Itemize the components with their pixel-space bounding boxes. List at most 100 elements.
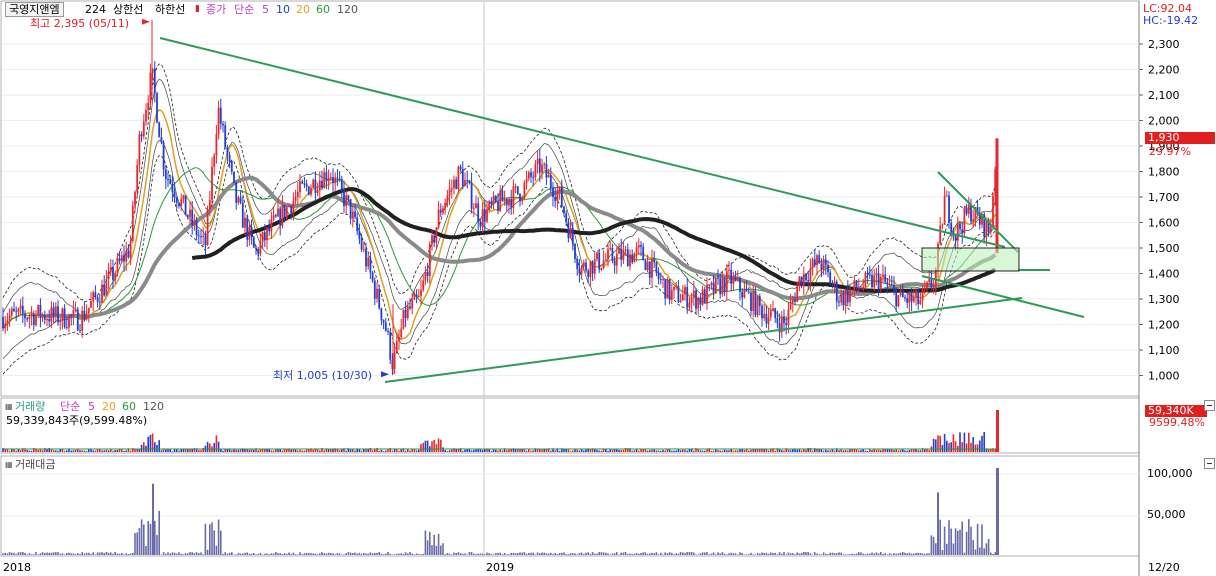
volume-ma5[interactable]: 5 bbox=[88, 400, 95, 413]
volume-bar bbox=[200, 450, 202, 452]
price-label[interactable]: 종가 bbox=[206, 3, 226, 16]
amount-bar bbox=[816, 553, 818, 555]
amount-bar bbox=[363, 553, 365, 555]
ma5-label[interactable]: 5 bbox=[262, 3, 269, 16]
amount-bar bbox=[831, 552, 834, 555]
volume-bar bbox=[514, 449, 517, 452]
amount-bar bbox=[184, 553, 187, 555]
amount-bar bbox=[96, 552, 99, 555]
ma20-label[interactable]: 20 bbox=[296, 3, 310, 16]
volume-bar bbox=[363, 449, 365, 452]
amount-bar bbox=[330, 553, 332, 555]
amount-bar bbox=[301, 554, 303, 555]
candle-body bbox=[334, 177, 337, 183]
volume-ma120[interactable]: 120 bbox=[143, 400, 164, 413]
volume-collapse-button[interactable] bbox=[1204, 400, 1215, 411]
candle-body bbox=[373, 280, 376, 299]
candle-body bbox=[941, 224, 944, 226]
candle-body bbox=[237, 197, 240, 203]
stock-chart[interactable]: 2,300 2,200 2,100 2,000 1,900 1,800 1,700 1,600… bbox=[0, 0, 1216, 576]
candle-body bbox=[459, 166, 462, 170]
amount-bar bbox=[569, 553, 572, 555]
candle-body bbox=[747, 291, 750, 293]
ma60-label[interactable]: 60 bbox=[316, 3, 330, 16]
amount-bar bbox=[633, 553, 636, 555]
volume-bar bbox=[948, 442, 950, 452]
amount-bar bbox=[85, 552, 88, 555]
volume-bar bbox=[301, 450, 303, 452]
candle-body bbox=[87, 307, 90, 314]
amount-bar bbox=[418, 554, 420, 555]
stock-name[interactable]: 국영지앤엠 bbox=[9, 3, 60, 16]
amount-bar bbox=[6, 553, 9, 555]
y-tick-label: 2,100 bbox=[1148, 89, 1180, 102]
inner-upper-band bbox=[2, 78, 996, 318]
volume-bar bbox=[94, 450, 97, 452]
candle-body bbox=[189, 209, 191, 218]
candle-body bbox=[356, 217, 359, 232]
amount-bar bbox=[561, 552, 563, 555]
amount-bar bbox=[440, 545, 442, 555]
candle-body bbox=[257, 248, 260, 254]
volume-ma60[interactable]: 60 bbox=[122, 400, 136, 413]
amount-bar bbox=[981, 524, 983, 555]
amount-bar bbox=[528, 552, 530, 555]
volume-bar bbox=[858, 450, 860, 452]
amount-bar bbox=[519, 552, 521, 555]
candle-body bbox=[723, 278, 726, 292]
amount-bar bbox=[778, 552, 781, 555]
volume-bar bbox=[717, 450, 719, 452]
amount-bar bbox=[393, 554, 396, 555]
ma120-label[interactable]: 120 bbox=[337, 3, 358, 16]
amount-bar bbox=[915, 552, 917, 555]
volume-bar bbox=[371, 450, 374, 452]
stock-name-box[interactable]: 국영지앤엠 bbox=[5, 2, 64, 17]
candle-body bbox=[444, 202, 447, 209]
amount-title[interactable]: 거래대금 bbox=[15, 458, 55, 471]
y-tick-label: 1,100 bbox=[1148, 344, 1180, 357]
amount-bar bbox=[294, 554, 297, 555]
amount-collapse-button[interactable] bbox=[1204, 458, 1215, 469]
candle-body bbox=[950, 222, 953, 233]
amount-bar bbox=[44, 552, 46, 555]
candle-body bbox=[864, 273, 867, 287]
amount-bar bbox=[616, 552, 618, 555]
volume-bar bbox=[270, 450, 273, 452]
candle-body bbox=[659, 279, 662, 281]
candle-body bbox=[74, 309, 77, 311]
volume-bar bbox=[673, 450, 675, 452]
candle-body bbox=[871, 274, 873, 288]
candle-body bbox=[827, 264, 829, 273]
amount-bar bbox=[858, 552, 860, 555]
upper-band-label[interactable]: 상한선 bbox=[113, 3, 143, 16]
candle-body bbox=[384, 322, 387, 331]
amount-bar bbox=[327, 552, 330, 555]
candle-body bbox=[532, 176, 535, 178]
volume-ma20[interactable]: 20 bbox=[102, 400, 116, 413]
amount-bar bbox=[143, 524, 145, 555]
change-pct: 29.97% bbox=[1149, 145, 1191, 158]
candle-body bbox=[789, 302, 792, 310]
amount-bar bbox=[134, 533, 136, 555]
lower-band-label[interactable]: 하한선 bbox=[155, 3, 185, 16]
volume-ma-type[interactable]: 단순 bbox=[60, 400, 80, 413]
volume-bar bbox=[88, 449, 90, 452]
candle-body bbox=[545, 163, 548, 178]
volume-bar bbox=[19, 450, 22, 452]
volume-title[interactable]: 거래량 bbox=[15, 400, 45, 413]
candle-body bbox=[774, 308, 777, 319]
volume-bar bbox=[433, 439, 435, 452]
chart-canvas[interactable]: 2,3002,2002,1002,0001,9001,8001,7001,600… bbox=[0, 0, 1216, 576]
ma-type-label[interactable]: 단순 bbox=[234, 3, 254, 16]
ma10-label[interactable]: 10 bbox=[276, 3, 290, 16]
volume-bar bbox=[675, 450, 677, 452]
candle-body bbox=[349, 199, 352, 219]
amount-bar bbox=[554, 552, 556, 555]
amount-bar bbox=[545, 553, 548, 555]
amount-bar bbox=[772, 553, 774, 555]
candle-body bbox=[470, 182, 473, 209]
period-label[interactable]: 224 bbox=[85, 3, 106, 16]
volume-bar bbox=[693, 450, 695, 452]
volume-bar bbox=[129, 450, 132, 452]
volume-bar bbox=[752, 449, 754, 452]
